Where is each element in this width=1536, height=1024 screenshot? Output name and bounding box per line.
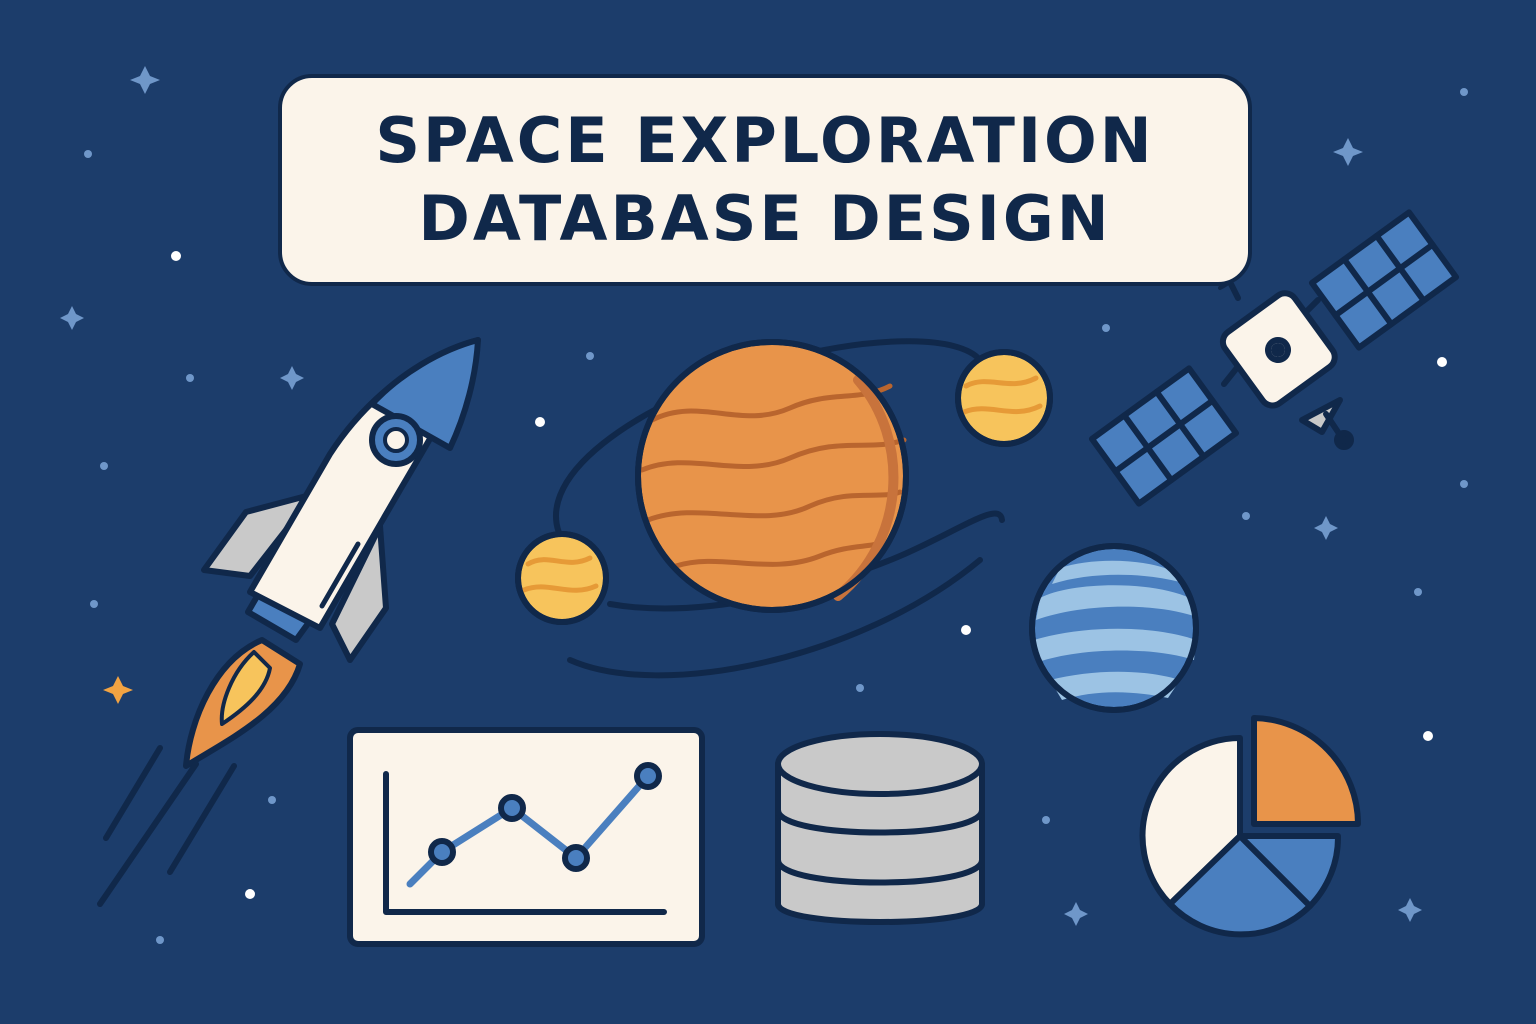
title-line-2: DATABASE DESIGN bbox=[418, 182, 1112, 255]
star-icon bbox=[1333, 138, 1363, 166]
chart-point bbox=[634, 762, 662, 790]
pie-slice-exploded bbox=[1251, 715, 1361, 827]
database-icon bbox=[775, 731, 985, 925]
title-banner: SPACE EXPLORATION DATABASE DESIGN bbox=[278, 74, 1252, 286]
striped-planet-icon bbox=[1029, 543, 1199, 713]
star-icon bbox=[280, 366, 304, 390]
star-icon bbox=[130, 66, 160, 94]
satellite-body bbox=[1219, 290, 1338, 409]
pie-chart-icon bbox=[1139, 715, 1361, 938]
line-chart-icon bbox=[347, 727, 705, 947]
star-icon bbox=[103, 676, 133, 704]
star-icon bbox=[60, 306, 84, 330]
planet-with-orbit-icon bbox=[515, 338, 1053, 679]
solar-panel bbox=[1088, 365, 1240, 507]
star-icon bbox=[1314, 516, 1338, 540]
chart-point bbox=[498, 794, 526, 822]
star-icon bbox=[1064, 902, 1088, 926]
chart-point bbox=[562, 844, 590, 872]
solar-panel bbox=[1308, 209, 1460, 351]
illustration-canvas: SPACE EXPLORATION DATABASE DESIGN bbox=[0, 0, 1536, 1024]
moon-icon bbox=[955, 349, 1053, 447]
moon-icon bbox=[515, 531, 609, 625]
chart-point bbox=[428, 838, 456, 866]
title-line-1: SPACE EXPLORATION bbox=[375, 104, 1155, 177]
star-icon bbox=[1398, 898, 1422, 922]
